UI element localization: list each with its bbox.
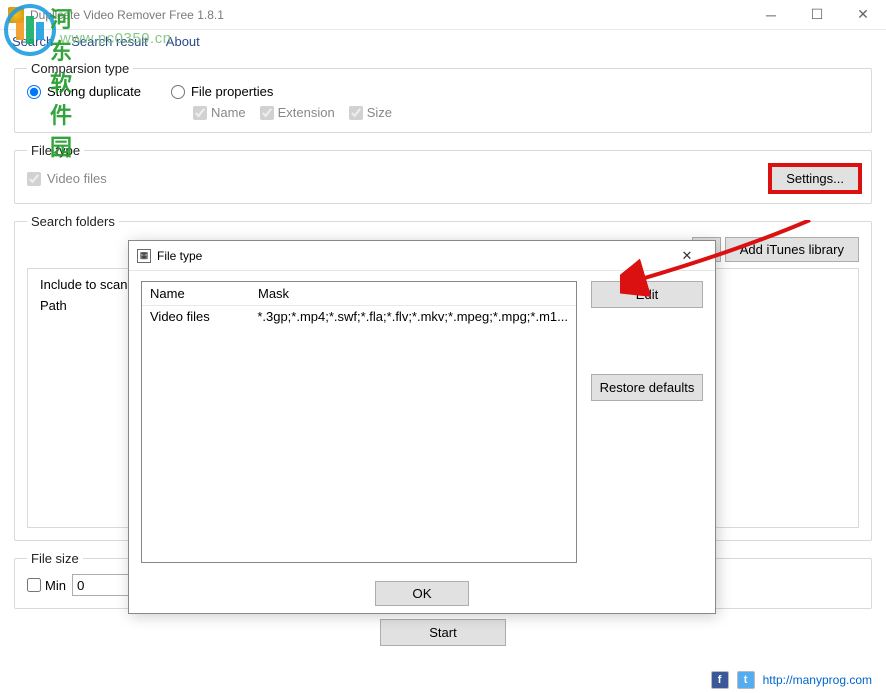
settings-button[interactable]: Settings... xyxy=(771,166,859,191)
close-button[interactable]: ✕ xyxy=(840,0,886,30)
row-name: Video files xyxy=(150,309,257,324)
radio-strong-input[interactable] xyxy=(27,85,41,99)
radio-fileprops-input[interactable] xyxy=(171,85,185,99)
ok-button[interactable]: OK xyxy=(375,581,468,606)
radio-strong-label: Strong duplicate xyxy=(47,84,141,99)
radio-file-properties[interactable]: File properties xyxy=(171,84,392,99)
add-itunes-button[interactable]: Add iTunes library xyxy=(725,237,859,262)
start-button[interactable]: Start xyxy=(380,619,505,646)
dialog-icon: ▦ xyxy=(137,249,151,263)
check-name-input xyxy=(193,106,207,120)
radio-strong-duplicate[interactable]: Strong duplicate xyxy=(27,84,141,99)
twitter-icon[interactable]: t xyxy=(737,671,755,689)
check-min-input[interactable] xyxy=(27,578,41,592)
filetype-fieldset: File type Video files Settings... xyxy=(14,143,872,204)
col-name-header[interactable]: Name xyxy=(150,286,258,301)
radio-fileprops-label: File properties xyxy=(191,84,273,99)
list-row[interactable]: Video files *.3gp;*.mp4;*.swf;*.fla;*.fl… xyxy=(142,306,576,327)
restore-defaults-button[interactable]: Restore defaults xyxy=(591,374,703,401)
comparison-legend: Comparsion type xyxy=(27,61,133,76)
check-min[interactable]: Min xyxy=(27,578,66,593)
menu-search[interactable]: Search xyxy=(12,34,53,49)
check-extension-input xyxy=(260,106,274,120)
check-size: Size xyxy=(349,105,392,120)
check-size-input xyxy=(349,106,363,120)
filetype-dialog: ▦ File type ✕ Name Mask Video files *.3g… xyxy=(128,240,716,614)
filetype-list[interactable]: Name Mask Video files *.3gp;*.mp4;*.swf;… xyxy=(141,281,577,563)
facebook-icon[interactable]: f xyxy=(711,671,729,689)
check-name: Name xyxy=(193,105,246,120)
footer-url[interactable]: http://manyprog.com xyxy=(763,673,872,687)
maximize-button[interactable]: ☐ xyxy=(794,0,840,30)
row-mask: *.3gp;*.mp4;*.swf;*.fla;*.flv;*.mkv;*.mp… xyxy=(257,309,568,324)
edit-button[interactable]: Edit xyxy=(591,281,703,308)
app-icon xyxy=(8,7,24,23)
menu-about[interactable]: About xyxy=(166,34,200,49)
filetype-legend: File type xyxy=(27,143,84,158)
check-extension: Extension xyxy=(260,105,335,120)
dialog-close-button[interactable]: ✕ xyxy=(667,244,707,268)
check-video-files-input xyxy=(27,172,41,186)
col-mask-header[interactable]: Mask xyxy=(258,286,568,301)
check-video-files: Video files xyxy=(27,171,107,186)
search-folders-legend: Search folders xyxy=(27,214,119,229)
comparison-fieldset: Comparsion type Strong duplicate File pr… xyxy=(14,61,872,133)
minimize-button[interactable]: ─ xyxy=(748,0,794,30)
dialog-title: File type xyxy=(157,249,667,263)
menu-search-result[interactable]: Search result xyxy=(71,34,148,49)
window-title: Duplicate Video Remover Free 1.8.1 xyxy=(30,8,748,22)
filesize-legend: File size xyxy=(27,551,83,566)
